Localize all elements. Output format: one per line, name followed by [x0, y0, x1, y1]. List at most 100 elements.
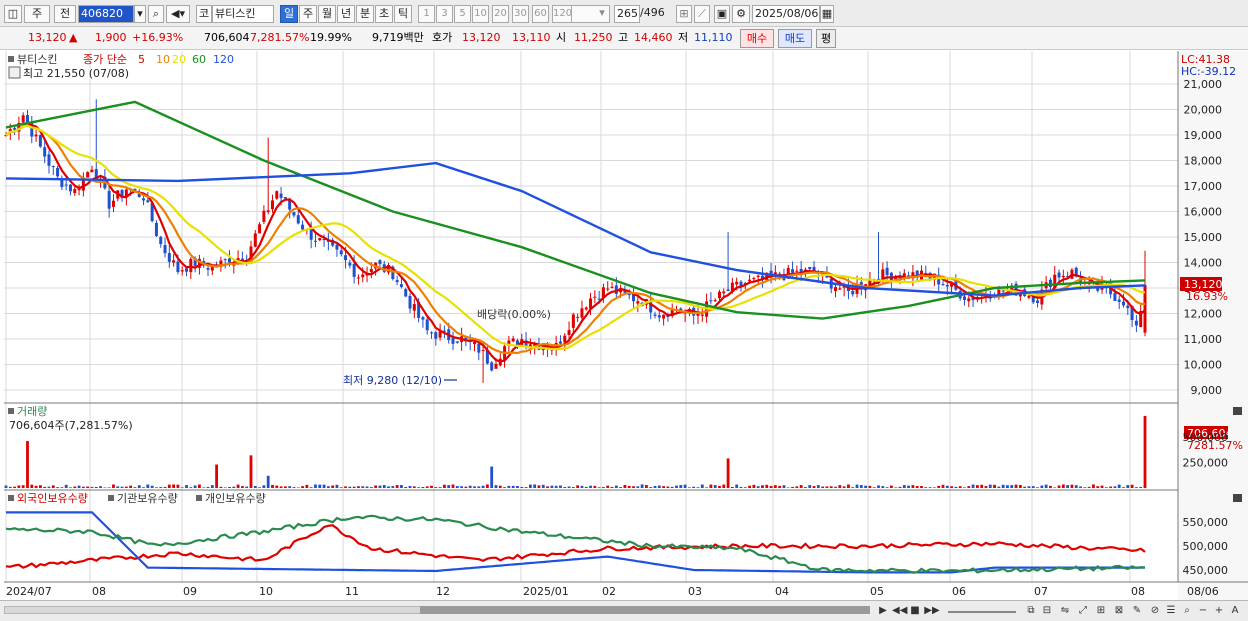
- font-icon[interactable]: A: [1228, 604, 1242, 619]
- interval-button-1[interactable]: 1: [418, 5, 435, 23]
- change-percent: +16.93%: [132, 31, 184, 44]
- candle-body: [43, 147, 47, 157]
- window-icon[interactable]: ⊞: [1094, 604, 1108, 619]
- candle-body: [421, 317, 425, 320]
- panel-handle-icon[interactable]: [8, 408, 14, 414]
- chart-menu-icon[interactable]: ◫: [4, 5, 22, 23]
- change-arrow-icon: ▲: [69, 31, 78, 44]
- period-tab-2[interactable]: 월: [318, 5, 336, 23]
- interval-button-5[interactable]: 5: [454, 5, 471, 23]
- candle-body: [885, 267, 889, 276]
- stock-code-input[interactable]: 406820: [78, 5, 134, 23]
- volume-bar: [537, 485, 541, 488]
- panel-handle-icon[interactable]: [196, 495, 202, 501]
- prev-button[interactable]: 전: [54, 5, 76, 23]
- candle-body: [834, 287, 838, 292]
- chevron-down-icon[interactable]: ▾: [596, 5, 608, 23]
- grid-icon[interactable]: ⊞: [676, 5, 692, 23]
- list-icon[interactable]: ☰: [1164, 604, 1178, 619]
- panel-handle-icon[interactable]: [108, 495, 114, 501]
- volume-bar: [352, 486, 356, 488]
- search-icon[interactable]: ⌕: [148, 5, 164, 23]
- market-prefix: 코: [196, 5, 212, 23]
- period-tab-4[interactable]: 분: [356, 5, 374, 23]
- period-tab-0[interactable]: 일: [280, 5, 298, 23]
- ruler-icon[interactable]: ⟋: [694, 5, 710, 23]
- evaluate-button[interactable]: 평: [816, 29, 836, 48]
- panel-handle-icon[interactable]: [8, 495, 14, 501]
- compare-icon[interactable]: ⇋: [1058, 604, 1072, 619]
- candle-body: [335, 244, 339, 250]
- volume-bar: [988, 484, 992, 488]
- copy-icon[interactable]: ⧉: [1024, 604, 1038, 619]
- volume-bar: [283, 486, 287, 488]
- volume-bar: [77, 485, 81, 488]
- zoom-icon[interactable]: ⌕: [1180, 604, 1194, 619]
- interval-button-20[interactable]: 20: [492, 5, 509, 23]
- calendar-icon[interactable]: ▦: [820, 5, 834, 23]
- stock-name-field[interactable]: 뷰티스킨: [212, 5, 274, 23]
- candle-body: [13, 128, 17, 130]
- zoom-in-icon[interactable]: +: [1212, 604, 1226, 619]
- save-icon[interactable]: ▣: [714, 5, 730, 23]
- edit-icon[interactable]: ✎: [1130, 604, 1144, 619]
- change-value: 1,900: [95, 31, 127, 44]
- chevron-down-icon[interactable]: ▾: [134, 5, 146, 23]
- play-icon[interactable]: ▶: [876, 604, 890, 619]
- speed-slider[interactable]: [948, 611, 1016, 613]
- zoom-out-icon[interactable]: −: [1196, 604, 1210, 619]
- volume-bar: [1096, 486, 1100, 488]
- close-icon[interactable]: [1233, 407, 1242, 415]
- volume-bar: [1040, 485, 1044, 488]
- period-tab-6[interactable]: 틱: [394, 5, 412, 23]
- gear-icon[interactable]: ⚙: [732, 5, 750, 23]
- buy-button[interactable]: 매수: [740, 29, 774, 48]
- volume-bar: [339, 487, 343, 488]
- volume-bar: [103, 487, 107, 488]
- stock-chart[interactable]: 뷰티스킨 종가 단순 5 10 20 60 120 최고 21,550 (07/08) …: [0, 51, 1248, 601]
- volume-bar: [752, 484, 756, 488]
- interval-button-30[interactable]: 30: [512, 5, 529, 23]
- close-icon[interactable]: [1233, 494, 1242, 502]
- interval-button-120[interactable]: 120: [552, 5, 572, 23]
- calculator-icon[interactable]: [8, 66, 21, 79]
- stop-icon[interactable]: ■: [908, 604, 922, 619]
- volume-bar: [447, 485, 451, 488]
- scroll-thumb[interactable]: [420, 606, 870, 614]
- period-tab-1[interactable]: 주: [299, 5, 317, 23]
- chart-area[interactable]: 뷰티스킨 종가 단순 5 10 20 60 120 최고 21,550 (07/08) …: [0, 51, 1248, 601]
- speaker-icon[interactable]: ◀▾: [166, 5, 190, 23]
- panel-handle-icon[interactable]: [8, 56, 14, 62]
- volume-bar: [829, 486, 833, 488]
- count-input[interactable]: 265: [614, 5, 640, 23]
- candle-body: [580, 308, 584, 318]
- volume-bar: [1023, 486, 1027, 488]
- volume-bar: [412, 486, 416, 488]
- candle-body: [344, 255, 348, 261]
- interval-button-3[interactable]: 3: [436, 5, 453, 23]
- period-tab-3[interactable]: 년: [337, 5, 355, 23]
- price-y-tick: 18,000: [1184, 155, 1223, 168]
- layout-icon[interactable]: ⊟: [1040, 604, 1054, 619]
- volume-bar: [975, 485, 979, 488]
- candle-body: [434, 332, 438, 339]
- candle-body: [748, 279, 752, 282]
- fast-forward-icon[interactable]: ▶▶: [924, 604, 940, 619]
- interval-button-60[interactable]: 60: [532, 5, 549, 23]
- period-tab-5[interactable]: 초: [375, 5, 393, 23]
- volume-bar: [786, 487, 790, 488]
- x-axis-label: 04: [775, 585, 789, 598]
- date-input[interactable]: 2025/08/06: [752, 5, 820, 23]
- volume-bar: [485, 484, 489, 488]
- volume-bar: [963, 487, 966, 488]
- interval-button-10[interactable]: 10: [472, 5, 489, 23]
- link-icon[interactable]: ⊘: [1148, 604, 1162, 619]
- scale-icon[interactable]: ⤢: [1076, 604, 1090, 619]
- split-icon[interactable]: ⊠: [1112, 604, 1126, 619]
- rewind-icon[interactable]: ◀◀: [892, 604, 907, 619]
- sell-button[interactable]: 매도: [778, 29, 812, 48]
- volume-bar: [81, 486, 85, 488]
- type-selector[interactable]: 주: [24, 5, 50, 23]
- candle-body: [752, 277, 756, 280]
- candle-body: [481, 350, 485, 352]
